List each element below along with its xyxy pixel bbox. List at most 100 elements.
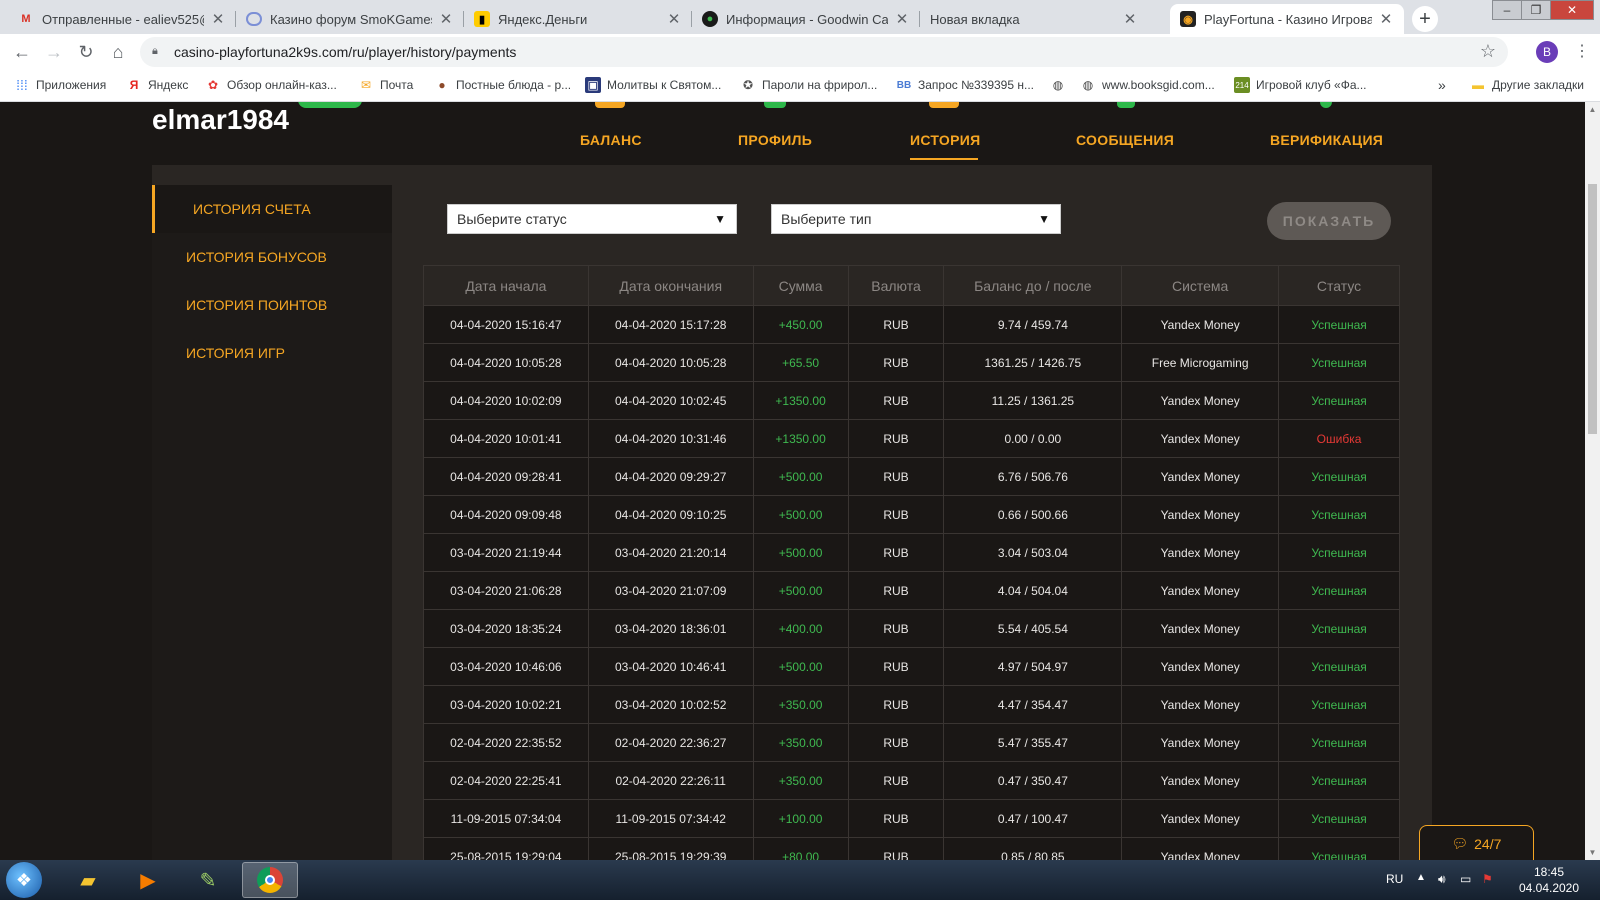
address-bar[interactable]: 🔒︎ casino-playfortuna2k9s.com/ru/player/… (140, 37, 1508, 67)
bookmark-label: Другие закладки (1492, 78, 1584, 92)
new-tab-button[interactable]: + (1412, 6, 1438, 32)
currency-cell: RUB (847, 799, 945, 838)
reload-button[interactable]: ↻ (74, 40, 98, 64)
tab-gmail[interactable]: M Отправленные - ealiev525@gm ✕ (8, 4, 236, 34)
show-hidden-icons[interactable]: ▲ (1416, 872, 1426, 883)
minimize-button[interactable]: – (1492, 0, 1522, 20)
system-clock[interactable]: 18:45 04.04.2020 (1514, 864, 1584, 896)
sidebar-item-bonus-history[interactable]: ИСТОРИЯ БОНУСОВ (152, 233, 392, 281)
bookmark-booksgid[interactable]: ◍ www.booksgid.com... (1080, 77, 1215, 93)
start-date-cell: 03-04-2020 18:35:24 (423, 609, 589, 648)
page-scrollbar[interactable]: ▲ ▼ (1585, 102, 1600, 860)
nav-profile[interactable]: ПРОФИЛЬ (738, 102, 812, 164)
currency-cell: RUB (847, 685, 945, 724)
nav-messages[interactable]: СООБЩЕНИЯ (1076, 102, 1176, 164)
scrollbar-thumb[interactable] (1588, 184, 1597, 434)
forward-button[interactable]: → (42, 40, 66, 64)
column-header[interactable]: Система (1121, 265, 1280, 306)
media-player-taskbar-icon[interactable]: ▶ (120, 862, 176, 898)
paint-taskbar-icon[interactable]: ✎ (180, 862, 236, 898)
bookmark-prayer[interactable]: ▣ Молитвы к Святом... (585, 77, 721, 93)
maximize-button[interactable]: ❐ (1521, 0, 1551, 20)
home-button[interactable]: ⌂ (106, 40, 130, 64)
sidebar-item-points-history[interactable]: ИСТОРИЯ ПОИНТОВ (152, 281, 392, 329)
column-header[interactable]: Валюта (847, 265, 945, 306)
nav-history[interactable]: ИСТОРИЯ (910, 102, 980, 164)
game-club-icon: 214 (1234, 77, 1250, 93)
other-bookmarks[interactable]: ▬ Другие закладки (1470, 77, 1584, 93)
column-header[interactable]: Баланс до / после (943, 265, 1123, 306)
system-cell: Yandex Money (1121, 685, 1280, 724)
close-tab-icon[interactable]: ✕ (666, 10, 682, 28)
bookmark-label: Яндекс (148, 78, 189, 92)
bookmark-globe[interactable]: ◍ (1050, 77, 1072, 93)
tab-goodwin[interactable]: ● Информация - Goodwin Casino ✕ (692, 4, 920, 34)
bookmark-label: Запрос №339395 н... (918, 78, 1034, 92)
bookmark-star-icon[interactable]: ☆ (1480, 41, 1496, 62)
tab-playfortuna[interactable]: ◉ PlayFortuna - Казино Игровая ✕ (1170, 4, 1404, 34)
close-tab-icon[interactable]: ✕ (1122, 10, 1138, 28)
sidebar-item-account-history[interactable]: ИСТОРИЯ СЧЕТА (152, 185, 392, 233)
back-button[interactable]: ← (10, 40, 34, 64)
tab-yandex-money[interactable]: ▮ Яндекс.Деньги ✕ (464, 4, 692, 34)
system-cell: Yandex Money (1121, 723, 1280, 762)
show-button[interactable]: ПОКАЗАТЬ (1267, 202, 1391, 240)
type-select[interactable]: Выберите тип ▼ (771, 204, 1061, 234)
close-tab-icon[interactable]: ✕ (438, 10, 454, 28)
start-button[interactable]: ❖ (6, 862, 42, 898)
gmail-icon: M (21, 13, 31, 25)
tab-new[interactable]: Новая вкладка ✕ (920, 4, 1148, 34)
chrome-taskbar-icon[interactable] (242, 862, 298, 898)
nav-verification[interactable]: ВЕРИФИКАЦИЯ (1270, 102, 1384, 164)
nav-label: БАЛАНС (580, 132, 642, 148)
language-indicator[interactable]: RU (1386, 872, 1403, 886)
bookmark-food[interactable]: ● Постные блюда - р... (434, 77, 571, 93)
yandex-icon: Я (129, 78, 139, 92)
system-cell: Yandex Money (1121, 837, 1280, 860)
close-tab-icon[interactable]: ✕ (210, 10, 226, 28)
bookmark-game-club[interactable]: 214 Игровой клуб «Фа... (1234, 77, 1367, 93)
prayer-icon: ▣ (585, 77, 601, 93)
nav-balance[interactable]: БАЛАНС (580, 102, 642, 164)
status-select[interactable]: Выберите статус ▼ (447, 204, 737, 234)
scroll-up-icon[interactable]: ▲ (1585, 102, 1600, 117)
end-date-cell: 04-04-2020 09:10:25 (587, 495, 754, 534)
support-chat-button[interactable]: 💬︎ 24/7 (1419, 825, 1534, 860)
status-cell: Успешная (1278, 837, 1400, 860)
chrome-menu-icon[interactable]: ⋮ (1574, 41, 1590, 61)
balance-cell: 4.04 / 504.04 (943, 571, 1123, 610)
sidebar-item-game-history[interactable]: ИСТОРИЯ ИГР (152, 329, 392, 377)
start-date-cell: 02-04-2020 22:25:41 (423, 761, 589, 800)
column-header[interactable]: Сумма (752, 265, 849, 306)
status-cell: Успешная (1278, 495, 1400, 534)
close-tab-icon[interactable]: ✕ (1378, 10, 1394, 28)
volume-icon[interactable]: 🔊︎ (1438, 872, 1446, 887)
tab-smokgames[interactable]: Казино форум SmoKGames ✕ (236, 4, 464, 34)
bookmark-poker[interactable]: ✪ Пароли на фрирол... (740, 77, 877, 93)
chat-label: 24/7 (1474, 835, 1502, 852)
column-header[interactable]: Дата начала (423, 265, 589, 306)
close-tab-icon[interactable]: ✕ (894, 10, 910, 28)
table-row: 02-04-2020 22:25:41 02-04-2020 22:26:11 +3… (423, 761, 1400, 800)
close-window-button[interactable]: ✕ (1550, 0, 1594, 20)
explorer-taskbar-icon[interactable]: ▰ (60, 862, 116, 898)
column-header[interactable]: Дата окончания (587, 265, 754, 306)
scroll-down-icon[interactable]: ▼ (1585, 845, 1600, 860)
column-header[interactable]: Статус (1278, 265, 1400, 306)
action-center-icon[interactable]: ⚑ (1482, 872, 1493, 886)
bookmark-yandex[interactable]: Я Яндекс (126, 77, 189, 93)
status-cell: Успешная (1278, 457, 1400, 496)
active-underline (910, 158, 978, 160)
nav-label: ВЕРИФИКАЦИЯ (1270, 132, 1384, 148)
start-date-cell: 11-09-2015 07:34:04 (423, 799, 589, 838)
profile-avatar[interactable]: B (1536, 41, 1558, 63)
table-row: 03-04-2020 10:46:06 03-04-2020 10:46:41 +5… (423, 647, 1400, 686)
balance-cell: 4.97 / 504.97 (943, 647, 1123, 686)
bookmark-mail[interactable]: ✉ Почта (358, 77, 413, 93)
tab-title: PlayFortuna - Казино Игровая (1204, 11, 1372, 27)
network-icon[interactable]: ▭ (1460, 872, 1471, 886)
bookmarks-overflow-button[interactable]: » (1438, 77, 1446, 93)
bookmark-request[interactable]: BB Запрос №339395 н... (896, 77, 1034, 93)
bookmark-apps[interactable]: ⁞⁞⁞ Приложения (14, 77, 106, 93)
bookmark-review[interactable]: ✿ Обзор онлайн-каз... (205, 77, 337, 93)
